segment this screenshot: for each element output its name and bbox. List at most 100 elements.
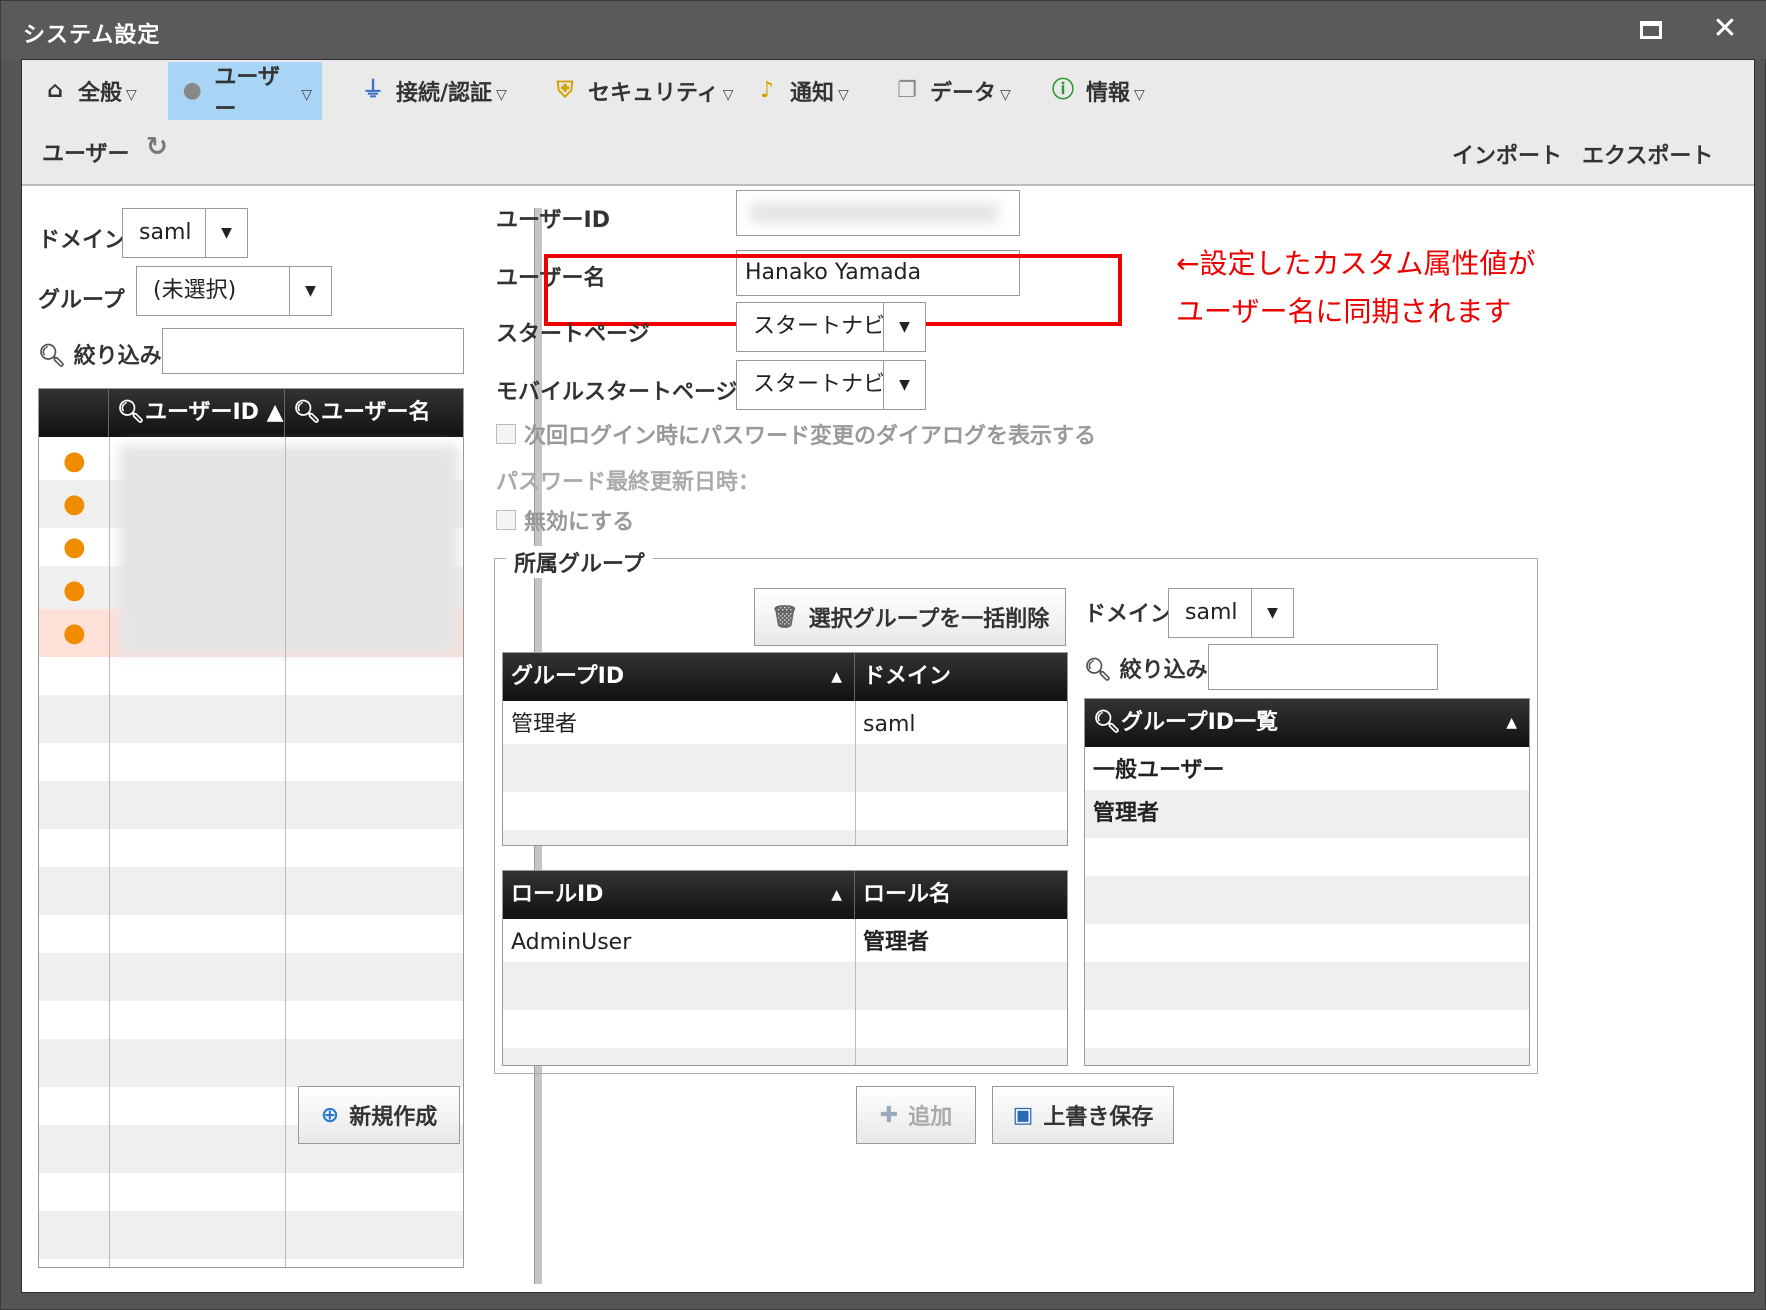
list-item <box>1085 876 1529 924</box>
table-row <box>503 1048 1067 1065</box>
right-filter-label: 🔍︎ 絞り込み <box>1084 652 1208 684</box>
group-select[interactable]: (未選択) ▼ <box>136 266 332 316</box>
column-user-name-label: ユーザー名 <box>320 400 431 425</box>
chevron-down-icon: ▽ <box>722 87 734 103</box>
menu-notifications[interactable]: ♪ 通知 ▽ <box>742 62 859 120</box>
right-filter-input[interactable] <box>1208 644 1438 690</box>
domain-label: ドメイン <box>38 228 127 253</box>
menu-label: セキュリティ <box>588 81 719 106</box>
column-group-id[interactable]: グループID ▲ <box>503 653 855 701</box>
sort-asc-icon: ▲ <box>831 887 842 903</box>
chevron-down-icon: ▽ <box>1134 87 1145 103</box>
user-icon: ● <box>182 78 202 103</box>
close-button[interactable]: ✕ <box>1707 11 1743 47</box>
checkbox-box[interactable] <box>496 424 516 444</box>
checkbox-box[interactable] <box>496 510 516 530</box>
member-group-header: グループID ▲ ドメイン <box>503 653 1067 701</box>
save-button[interactable]: ▣ 上書き保存 <box>992 1086 1174 1144</box>
new-user-button[interactable]: ⊕ 新規作成 <box>298 1086 460 1144</box>
group-value: (未選択) <box>153 278 237 303</box>
column-divider <box>285 437 286 1267</box>
role-id-cell: AdminUser <box>511 930 632 955</box>
menu-users[interactable]: ● ユーザー ▽ <box>168 62 322 122</box>
mobile-start-page-label: モバイルスタートページ <box>496 380 738 405</box>
mobile-start-page-select[interactable]: スタートナビ ▼ <box>736 360 926 410</box>
column-role-name[interactable]: ロール名 <box>855 871 1067 919</box>
group-list-table: 🔍︎グループID一覧 ▲ 一般ユーザー 管理者 <box>1084 698 1530 1066</box>
menu-info[interactable]: ⓘ 情報 ▽ <box>1038 62 1155 120</box>
import-link[interactable]: インポート <box>1452 138 1562 170</box>
search-icon: 🔍︎ <box>1084 658 1112 683</box>
menu-security[interactable]: ⛨ セキュリティ ▽ <box>540 62 743 120</box>
group-fieldset-legend: 所属グループ <box>506 546 653 578</box>
maximize-button[interactable] <box>1633 11 1669 47</box>
add-icon: ⊕ <box>320 1102 340 1128</box>
table-row[interactable]: 管理者 saml <box>503 701 1067 749</box>
annotation-line-1: ←設定したカスタム属性値が <box>1176 247 1536 280</box>
domain-select[interactable]: saml ▼ <box>122 208 248 258</box>
table-row <box>39 953 463 1001</box>
user-id-field[interactable] <box>736 190 1020 236</box>
change-password-label: 次回ログイン時にパスワード変更のダイアログを表示する <box>524 424 1097 449</box>
user-icon: ● <box>63 575 86 605</box>
list-item <box>1085 962 1529 1010</box>
table-row[interactable]: AdminUser 管理者 <box>503 919 1067 967</box>
redacted-user-data <box>119 445 459 655</box>
refresh-icon[interactable]: ↻ <box>146 132 168 162</box>
menu-label: 接続/認証 <box>396 81 493 106</box>
bulk-delete-groups-button[interactable]: 🗑︎ 選択グループを一括削除 <box>754 588 1066 646</box>
search-icon: 🔍︎ <box>293 400 321 425</box>
copy-icon: ❐ <box>897 78 917 103</box>
column-role-id[interactable]: ロールID ▲ <box>503 871 855 919</box>
shield-icon: ⛨ <box>556 78 574 103</box>
user-icon: ● <box>63 532 86 562</box>
bulk-delete-label: 選択グループを一括削除 <box>808 607 1050 632</box>
role-table: ロールID ▲ ロール名 AdminUser 管理者 <box>502 870 1068 1066</box>
group-list-header: 🔍︎グループID一覧 ▲ <box>1085 699 1529 747</box>
column-icon <box>39 389 109 437</box>
column-domain-label: ドメイン <box>863 664 952 689</box>
chevron-down-icon[interactable]: ▼ <box>205 209 247 257</box>
search-icon: 🔍︎ <box>1093 710 1121 735</box>
menu-general[interactable]: ⌂ 全般 ▽ <box>30 62 147 120</box>
table-row <box>503 830 1067 845</box>
redacted-user-id <box>749 203 999 223</box>
filter-label: 🔍︎ 絞り込み <box>38 338 162 370</box>
table-row <box>39 781 463 829</box>
window-frame: システム設定 ✕ ⌂ 全般 ▽ ● ユーザー ▽ ⏚ 接続/認証 ▽ ⛨ セキュ… <box>0 0 1766 1310</box>
change-password-checkbox[interactable]: 次回ログイン時にパスワード変更のダイアログを表示する <box>496 418 1096 450</box>
column-domain[interactable]: ドメイン <box>855 653 1067 701</box>
annotation-note: ←設定したカスタム属性値が ユーザー名に同期されます <box>1176 240 1535 336</box>
chevron-down-icon[interactable]: ▼ <box>1251 589 1293 637</box>
maximize-icon <box>1640 20 1662 39</box>
menu-label: 通知 <box>790 81 835 106</box>
domain-cell: saml <box>863 712 916 737</box>
column-group-id-label: グループID <box>511 664 625 689</box>
home-icon: ⌂ <box>47 78 63 103</box>
table-row <box>39 867 463 915</box>
export-link[interactable]: エクスポート <box>1582 138 1713 170</box>
page-title: ユーザー <box>42 142 130 167</box>
column-divider <box>855 701 856 845</box>
right-domain-select[interactable]: saml ▼ <box>1168 588 1294 638</box>
list-item[interactable]: 管理者 <box>1085 790 1529 838</box>
list-item[interactable]: 一般ユーザー <box>1085 747 1529 795</box>
chevron-down-icon[interactable]: ▼ <box>883 361 925 409</box>
search-icon: 🔍︎ <box>117 400 145 425</box>
column-group-list[interactable]: 🔍︎グループID一覧 ▲ <box>1085 699 1529 747</box>
table-row <box>39 1211 463 1259</box>
chevron-down-icon[interactable]: ▼ <box>883 303 925 351</box>
disable-checkbox[interactable]: 無効にする <box>496 504 634 536</box>
start-page-select[interactable]: スタートナビ ▼ <box>736 302 926 352</box>
menu-label: データ <box>930 81 997 106</box>
column-user-name[interactable]: 🔍︎ユーザー名 <box>285 389 463 437</box>
add-button-label: 追加 <box>908 1105 953 1130</box>
chevron-down-icon[interactable]: ▼ <box>289 267 331 315</box>
menu-connection-auth[interactable]: ⏚ 接続/認証 ▽ <box>348 62 517 120</box>
search-icon: 🔍︎ <box>38 344 66 369</box>
add-button[interactable]: ✚ 追加 <box>856 1086 976 1144</box>
column-user-id[interactable]: 🔍︎ユーザーID ▲ <box>109 389 285 437</box>
new-user-label: 新規作成 <box>349 1105 438 1130</box>
menu-data[interactable]: ❐ データ ▽ <box>882 62 1021 120</box>
filter-input[interactable] <box>162 328 464 374</box>
